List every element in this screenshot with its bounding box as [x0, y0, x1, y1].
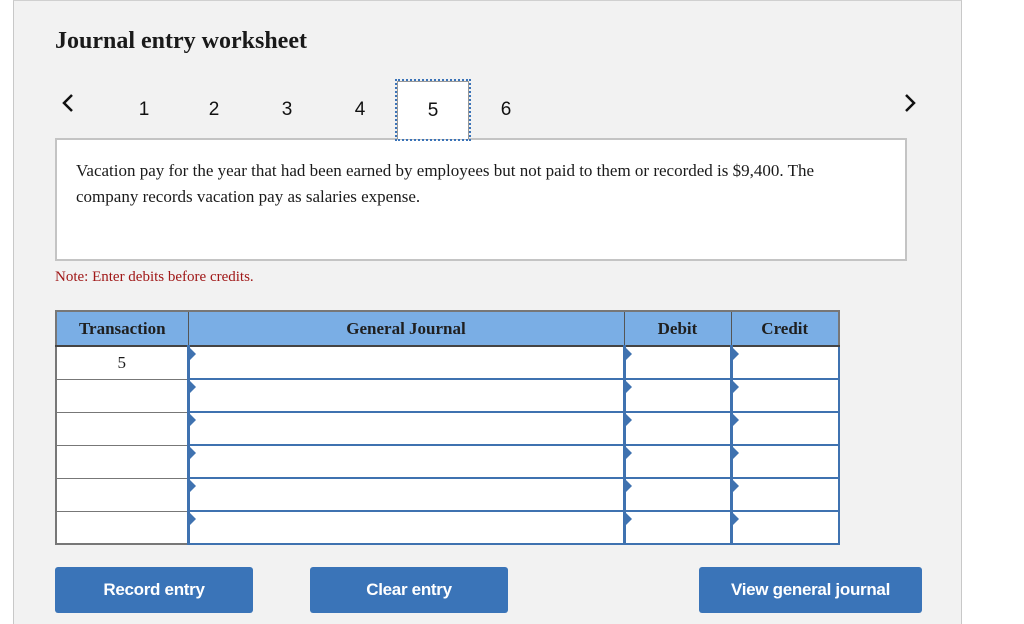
debit-input[interactable] [625, 513, 730, 542]
worksheet-panel: Journal entry worksheet 1 2 3 4 5 6 Vaca… [13, 0, 962, 624]
dropdown-indicator-icon [732, 414, 739, 426]
transaction-description-box: Vacation pay for the year that had been … [55, 138, 907, 261]
debit-credit-note: Note: Enter debits before credits. [55, 269, 254, 285]
step-tab-1[interactable]: 1 [108, 81, 180, 139]
credit-cell [729, 477, 840, 512]
credit-cell [729, 444, 840, 479]
dropdown-indicator-icon [625, 348, 632, 360]
table-header-row: Transaction General Journal Debit Credit [55, 310, 840, 347]
clear-entry-button[interactable]: Clear entry [310, 567, 508, 613]
dropdown-indicator-icon [732, 480, 739, 492]
debit-cell [622, 477, 732, 512]
step-tab-3[interactable]: 3 [251, 81, 323, 139]
credit-cell [729, 345, 840, 380]
dropdown-indicator-icon [189, 414, 196, 426]
table-row [55, 378, 840, 413]
credit-cell [729, 411, 840, 446]
dropdown-indicator-icon [732, 348, 739, 360]
debit-cell [622, 444, 732, 479]
debit-cell [622, 510, 732, 545]
transaction-number-cell [55, 411, 189, 446]
credit-cell [729, 510, 840, 545]
account-input[interactable] [189, 348, 623, 377]
credit-input[interactable] [732, 513, 838, 542]
transaction-number-cell: 5 [55, 345, 189, 380]
account-cell [186, 510, 625, 545]
account-cell [186, 378, 625, 413]
chevron-left-icon [62, 94, 73, 112]
record-entry-button[interactable]: Record entry [55, 567, 253, 613]
step-tab-4[interactable]: 4 [324, 81, 396, 139]
dropdown-indicator-icon [189, 480, 196, 492]
header-debit: Debit [623, 310, 732, 347]
header-transaction: Transaction [55, 310, 189, 347]
debit-input[interactable] [625, 414, 730, 443]
step-tab-5-active[interactable]: 5 [395, 79, 471, 141]
dropdown-indicator-icon [732, 447, 739, 459]
table-row: 5 [55, 345, 840, 380]
credit-cell [729, 378, 840, 413]
account-input[interactable] [189, 414, 623, 443]
account-cell [186, 411, 625, 446]
step-tab-2[interactable]: 2 [178, 81, 250, 139]
account-cell [186, 477, 625, 512]
credit-input[interactable] [732, 480, 838, 509]
table-row [55, 411, 840, 446]
prev-step-button[interactable] [58, 89, 78, 117]
dropdown-indicator-icon [625, 513, 632, 525]
credit-input[interactable] [732, 447, 838, 476]
debit-cell [622, 378, 732, 413]
step-tab-6[interactable]: 6 [470, 81, 542, 139]
debit-input[interactable] [625, 348, 730, 377]
debit-input[interactable] [625, 381, 730, 410]
dropdown-indicator-icon [189, 348, 196, 360]
header-general-journal: General Journal [187, 310, 625, 347]
next-step-button[interactable] [900, 89, 920, 117]
transaction-number-cell [55, 444, 189, 479]
account-input[interactable] [189, 381, 623, 410]
dropdown-indicator-icon [625, 480, 632, 492]
dropdown-indicator-icon [625, 381, 632, 393]
journal-entry-table: Transaction General Journal Debit Credit… [55, 310, 840, 545]
dropdown-indicator-icon [732, 381, 739, 393]
transaction-number-cell [55, 378, 189, 413]
page-title: Journal entry worksheet [55, 28, 307, 54]
transaction-number-cell [55, 510, 189, 545]
header-credit: Credit [730, 310, 840, 347]
credit-input[interactable] [732, 414, 838, 443]
table-row [55, 477, 840, 512]
table-row [55, 444, 840, 479]
dropdown-indicator-icon [625, 414, 632, 426]
dropdown-indicator-icon [189, 381, 196, 393]
debit-input[interactable] [625, 480, 730, 509]
credit-input[interactable] [732, 381, 838, 410]
dropdown-indicator-icon [189, 447, 196, 459]
dropdown-indicator-icon [625, 447, 632, 459]
account-input[interactable] [189, 513, 623, 542]
view-general-journal-button[interactable]: View general journal [699, 567, 922, 613]
table-row [55, 510, 840, 545]
dropdown-indicator-icon [189, 513, 196, 525]
dropdown-indicator-icon [732, 513, 739, 525]
chevron-right-icon [905, 94, 916, 112]
transaction-description: Vacation pay for the year that had been … [76, 161, 814, 206]
debit-cell [622, 411, 732, 446]
account-input[interactable] [189, 480, 623, 509]
account-cell [186, 444, 625, 479]
credit-input[interactable] [732, 348, 838, 377]
debit-cell [622, 345, 732, 380]
debit-input[interactable] [625, 447, 730, 476]
account-input[interactable] [189, 447, 623, 476]
account-cell [186, 345, 625, 380]
transaction-number-cell [55, 477, 189, 512]
